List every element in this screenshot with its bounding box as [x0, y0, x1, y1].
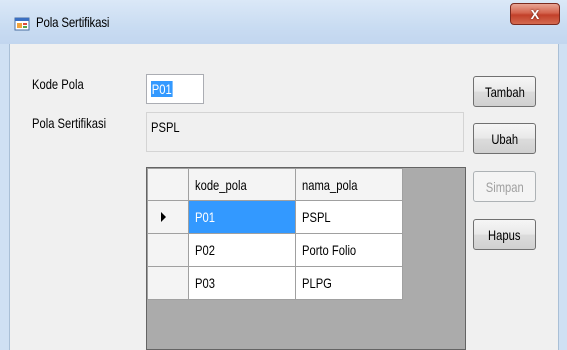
grid-cell-kode-pola[interactable]: P01 [188, 200, 296, 234]
tambah-button-label: Tambah [484, 83, 525, 100]
row-header[interactable] [147, 266, 189, 300]
simpan-button-label: Simpan [485, 178, 524, 195]
pola-data-grid[interactable]: kode_pola nama_pola P01 PSPL P02 Porto F… [146, 167, 466, 350]
form-client-area: Kode Pola P01 Pola Sertifikasi PSPL Tamb… [9, 44, 559, 350]
grid-header-row: kode_pola nama_pola [147, 168, 403, 201]
grid-cell-nama-pola[interactable]: PSPL [295, 200, 403, 234]
tambah-button[interactable]: Tambah [473, 76, 536, 107]
column-header-kode-pola[interactable]: kode_pola [188, 168, 296, 201]
pola-sertifikasi-value: PSPL [151, 119, 180, 135]
table-row[interactable]: P01 PSPL [147, 200, 403, 234]
pola-sertifikasi-label: Pola Sertifikasi [32, 115, 107, 131]
table-row[interactable]: P03 PLPG [147, 266, 403, 300]
pola-sertifikasi-window: Pola Sertifikasi X Kode Pola P01 Pola Se… [0, 0, 567, 350]
title-bar[interactable]: Pola Sertifikasi X [0, 0, 567, 44]
grid-cell-kode-pola[interactable]: P02 [188, 233, 296, 267]
ubah-button[interactable]: Ubah [473, 123, 536, 154]
pola-sertifikasi-input[interactable]: PSPL [146, 112, 464, 152]
ubah-button-label: Ubah [491, 130, 518, 147]
row-pointer-icon [160, 212, 166, 222]
table-row[interactable]: P02 Porto Folio [147, 233, 403, 267]
grid-cell-nama-pola[interactable]: Porto Folio [295, 233, 403, 267]
app-form-icon [14, 17, 30, 31]
kode-pola-input[interactable]: P01 [146, 74, 204, 104]
row-header[interactable] [147, 233, 189, 267]
simpan-button[interactable]: Simpan [473, 171, 536, 202]
hapus-button[interactable]: Hapus [473, 219, 536, 250]
close-icon: X [530, 6, 540, 22]
grid-cell-nama-pola[interactable]: PLPG [295, 266, 403, 300]
kode-pola-label: Kode Pola [32, 76, 84, 92]
grid-corner-header[interactable] [147, 168, 189, 201]
kode-pola-value: P01 [151, 81, 173, 97]
close-button[interactable]: X [510, 3, 560, 25]
grid-table: kode_pola nama_pola P01 PSPL P02 Porto F… [147, 168, 403, 300]
window-title: Pola Sertifikasi [36, 14, 110, 30]
column-header-nama-pola[interactable]: nama_pola [295, 168, 403, 201]
row-header[interactable] [147, 200, 189, 234]
grid-cell-kode-pola[interactable]: P03 [188, 266, 296, 300]
hapus-button-label: Hapus [488, 226, 521, 243]
